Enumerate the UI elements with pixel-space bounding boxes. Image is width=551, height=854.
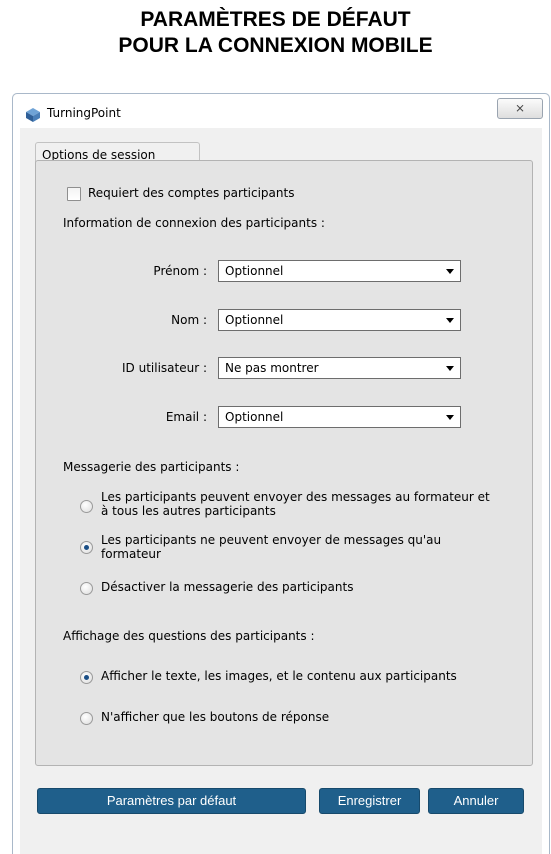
messaging-heading: Messagerie des participants : (63, 460, 240, 474)
first-name-select[interactable]: Optionnel (218, 260, 461, 282)
messaging-all-label-line-2[interactable]: à tous les autres participants (101, 504, 276, 519)
close-button[interactable]: ⨯ (497, 98, 543, 119)
chevron-down-icon (446, 269, 454, 274)
default-settings-button[interactable]: Paramètres par défaut (37, 788, 306, 814)
require-accounts-checkbox[interactable] (67, 187, 81, 201)
dialog-window: TurningPoint ⨯ Options de session Requie… (12, 93, 550, 854)
first-name-label: Prénom : (153, 264, 207, 278)
email-select[interactable]: Optionnel (218, 406, 461, 428)
chevron-down-icon (446, 318, 454, 323)
window-title: TurningPoint (47, 106, 121, 120)
last-name-label: Nom : (171, 313, 207, 327)
display-full-content-radio[interactable] (80, 671, 93, 684)
display-buttons-only-label[interactable]: N'afficher que les boutons de réponse (101, 710, 329, 725)
user-id-select[interactable]: Ne pas montrer (218, 357, 461, 379)
messaging-trainer-only-radio[interactable] (80, 541, 93, 554)
messaging-trainer-only-label-line-2[interactable]: formateur (101, 547, 161, 562)
page-title-line-2: POUR LA CONNEXION MOBILE (118, 34, 433, 57)
display-full-content-label[interactable]: Afficher le texte, les images, et le con… (101, 669, 457, 684)
close-icon: ⨯ (514, 101, 526, 115)
user-id-select-value: Ne pas montrer (225, 361, 319, 375)
last-name-select-value: Optionnel (225, 313, 284, 327)
window-frame-right (542, 128, 549, 854)
email-label: Email : (165, 410, 207, 424)
display-buttons-only-radio[interactable] (80, 712, 93, 725)
messaging-disable-radio[interactable] (80, 582, 93, 595)
chevron-down-icon (446, 366, 454, 371)
login-info-heading: Information de connexion des participant… (63, 216, 325, 230)
first-name-select-value: Optionnel (225, 264, 284, 278)
window-frame-left (13, 128, 20, 854)
email-select-value: Optionnel (225, 410, 284, 424)
page-title-line-1: PARAMÈTRES DE DÉFAUT (140, 8, 411, 31)
messaging-all-label-line-1[interactable]: Les participants peuvent envoyer des mes… (101, 490, 490, 505)
save-button[interactable]: Enregistrer (319, 788, 420, 814)
chevron-down-icon (446, 415, 454, 420)
messaging-disable-label[interactable]: Désactiver la messagerie des participant… (101, 580, 353, 595)
user-id-label: ID utilisateur : (122, 361, 207, 375)
title-bar[interactable]: TurningPoint ⨯ (13, 94, 549, 128)
last-name-select[interactable]: Optionnel (218, 309, 461, 331)
messaging-all-radio[interactable] (80, 500, 93, 513)
require-accounts-label[interactable]: Requiert des comptes participants (88, 186, 294, 201)
display-heading: Affichage des questions des participants… (63, 629, 315, 643)
turningpoint-logo-icon (26, 108, 40, 122)
messaging-trainer-only-label-line-1[interactable]: Les participants ne peuvent envoyer de m… (101, 533, 441, 548)
cancel-button[interactable]: Annuler (428, 788, 524, 814)
